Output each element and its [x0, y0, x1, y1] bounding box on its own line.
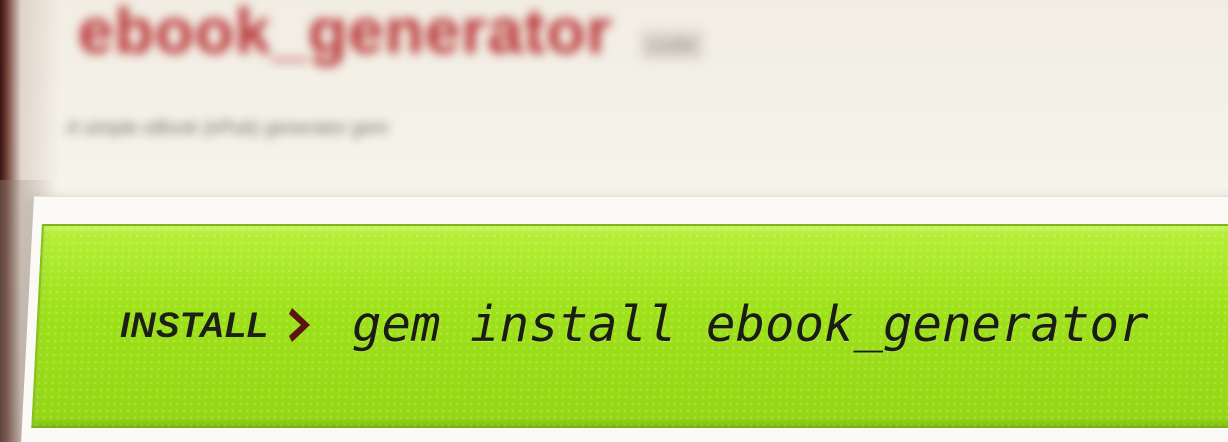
page: ebook_generator code A simple eBook (ePu… [0, 0, 1228, 442]
repo-badge[interactable]: code [640, 30, 704, 60]
page-header: ebook_generator code A simple eBook (ePu… [0, 0, 1228, 170]
repo-description: A simple eBook (ePub) generator gem [66, 118, 389, 139]
chevron-right-icon [289, 308, 310, 342]
install-command[interactable]: gem install ebook_generator [352, 296, 1149, 353]
install-label: INSTALL [120, 306, 269, 345]
repo-title[interactable]: ebook_generator [78, 0, 612, 68]
